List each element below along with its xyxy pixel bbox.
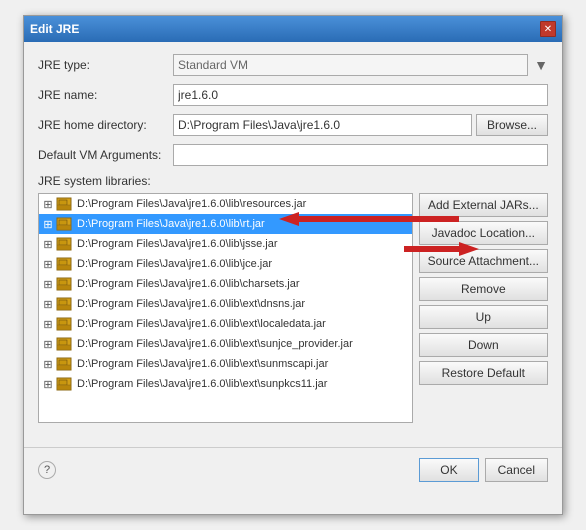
expand-arrow-icon: ⊞ bbox=[43, 239, 53, 249]
library-path: D:\Program Files\Java\jre1.6.0\lib\chars… bbox=[77, 278, 300, 290]
list-item[interactable]: ⊞ D:\Program Files\Java\jre1.6.0\lib\ext… bbox=[39, 374, 412, 394]
jar-icon bbox=[55, 256, 73, 272]
jar-icon bbox=[55, 236, 73, 252]
expand-arrow-icon: ⊞ bbox=[43, 319, 53, 329]
jre-type-field-container: ▼ bbox=[173, 54, 548, 76]
source-attachment-button[interactable]: Source Attachment... bbox=[419, 249, 548, 273]
side-buttons-panel: Add External JARs... Javadoc Location...… bbox=[419, 193, 548, 423]
expand-arrow-icon: ⊞ bbox=[43, 359, 53, 369]
list-item[interactable]: ⊞ D:\Program Files\Java\jre1.6.0\lib\ext… bbox=[39, 354, 412, 374]
jre-name-row: JRE name: bbox=[38, 84, 548, 106]
vm-args-input[interactable] bbox=[173, 144, 548, 166]
expand-arrow-icon: ⊞ bbox=[43, 299, 53, 309]
edit-jre-dialog: Edit JRE ✕ JRE type: ▼ JRE name: JRE hom… bbox=[23, 15, 563, 515]
jre-home-label: JRE home directory: bbox=[38, 118, 173, 132]
help-button[interactable]: ? bbox=[38, 461, 56, 479]
library-path: D:\Program Files\Java\jre1.6.0\lib\rt.ja… bbox=[77, 218, 265, 230]
list-item[interactable]: ⊞ D:\Program Files\Java\jre1.6.0\lib\jce… bbox=[39, 254, 412, 274]
expand-arrow-icon: ⊞ bbox=[43, 379, 53, 389]
jre-name-label: JRE name: bbox=[38, 88, 173, 102]
libraries-section-label: JRE system libraries: bbox=[38, 174, 548, 188]
jre-type-dropdown-icon[interactable]: ▼ bbox=[534, 54, 548, 76]
add-external-jars-button[interactable]: Add External JARs... bbox=[419, 193, 548, 217]
bottom-bar: ? OK Cancel bbox=[24, 447, 562, 492]
expand-arrow-icon: ⊞ bbox=[43, 279, 53, 289]
library-path: D:\Program Files\Java\jre1.6.0\lib\jce.j… bbox=[77, 258, 272, 270]
ok-button[interactable]: OK bbox=[419, 458, 478, 482]
vm-args-row: Default VM Arguments: bbox=[38, 144, 548, 166]
vm-args-label: Default VM Arguments: bbox=[38, 148, 173, 162]
expand-arrow-icon: ⊞ bbox=[43, 199, 53, 209]
library-path: D:\Program Files\Java\jre1.6.0\lib\ext\s… bbox=[77, 378, 327, 390]
expand-arrow-icon: ⊞ bbox=[43, 219, 53, 229]
down-button[interactable]: Down bbox=[419, 333, 548, 357]
library-path: D:\Program Files\Java\jre1.6.0\lib\ext\s… bbox=[77, 338, 353, 350]
remove-button[interactable]: Remove bbox=[419, 277, 548, 301]
jre-type-row: JRE type: ▼ bbox=[38, 54, 548, 76]
list-item[interactable]: ⊞ D:\Program Files\Java\jre1.6.0\lib\rt.… bbox=[39, 214, 412, 234]
jar-icon bbox=[55, 196, 73, 212]
browse-button[interactable]: Browse... bbox=[476, 114, 548, 136]
jar-icon bbox=[55, 216, 73, 232]
expand-arrow-icon: ⊞ bbox=[43, 259, 53, 269]
list-item[interactable]: ⊞ D:\Program Files\Java\jre1.6.0\lib\jss… bbox=[39, 234, 412, 254]
library-path: D:\Program Files\Java\jre1.6.0\lib\resou… bbox=[77, 198, 306, 210]
libraries-area: ⊞ D:\Program Files\Java\jre1.6.0\lib\res… bbox=[38, 193, 548, 423]
list-item[interactable]: ⊞ D:\Program Files\Java\jre1.6.0\lib\ext… bbox=[39, 334, 412, 354]
close-button[interactable]: ✕ bbox=[540, 21, 556, 37]
list-item[interactable]: ⊞ D:\Program Files\Java\jre1.6.0\lib\res… bbox=[39, 194, 412, 214]
library-path: D:\Program Files\Java\jre1.6.0\lib\ext\s… bbox=[77, 358, 328, 370]
list-item[interactable]: ⊞ D:\Program Files\Java\jre1.6.0\lib\cha… bbox=[39, 274, 412, 294]
title-bar-controls: ✕ bbox=[540, 21, 556, 37]
jre-home-field-container: Browse... bbox=[173, 114, 548, 136]
javadoc-location-button[interactable]: Javadoc Location... bbox=[419, 221, 548, 245]
library-path: D:\Program Files\Java\jre1.6.0\lib\ext\d… bbox=[77, 298, 305, 310]
jar-icon bbox=[55, 336, 73, 352]
jre-type-input bbox=[173, 54, 528, 76]
jre-home-row: JRE home directory: Browse... bbox=[38, 114, 548, 136]
jar-icon bbox=[55, 356, 73, 372]
dialog-action-buttons: OK Cancel bbox=[419, 458, 548, 482]
expand-arrow-icon: ⊞ bbox=[43, 339, 53, 349]
list-item[interactable]: ⊞ D:\Program Files\Java\jre1.6.0\lib\ext… bbox=[39, 314, 412, 334]
jre-name-input[interactable] bbox=[173, 84, 548, 106]
restore-default-button[interactable]: Restore Default bbox=[419, 361, 548, 385]
libraries-list[interactable]: ⊞ D:\Program Files\Java\jre1.6.0\lib\res… bbox=[38, 193, 413, 423]
jar-icon bbox=[55, 276, 73, 292]
jre-home-input[interactable] bbox=[173, 114, 472, 136]
dialog-content: JRE type: ▼ JRE name: JRE home directory… bbox=[24, 42, 562, 435]
jar-icon bbox=[55, 316, 73, 332]
dialog-title: Edit JRE bbox=[30, 22, 79, 36]
jre-type-label: JRE type: bbox=[38, 58, 173, 72]
library-path: D:\Program Files\Java\jre1.6.0\lib\ext\l… bbox=[77, 318, 326, 330]
title-bar: Edit JRE ✕ bbox=[24, 16, 562, 42]
library-path: D:\Program Files\Java\jre1.6.0\lib\jsse.… bbox=[77, 238, 278, 250]
up-button[interactable]: Up bbox=[419, 305, 548, 329]
list-item[interactable]: ⊞ D:\Program Files\Java\jre1.6.0\lib\ext… bbox=[39, 294, 412, 314]
jar-icon bbox=[55, 376, 73, 392]
cancel-button[interactable]: Cancel bbox=[485, 458, 548, 482]
jar-icon bbox=[55, 296, 73, 312]
